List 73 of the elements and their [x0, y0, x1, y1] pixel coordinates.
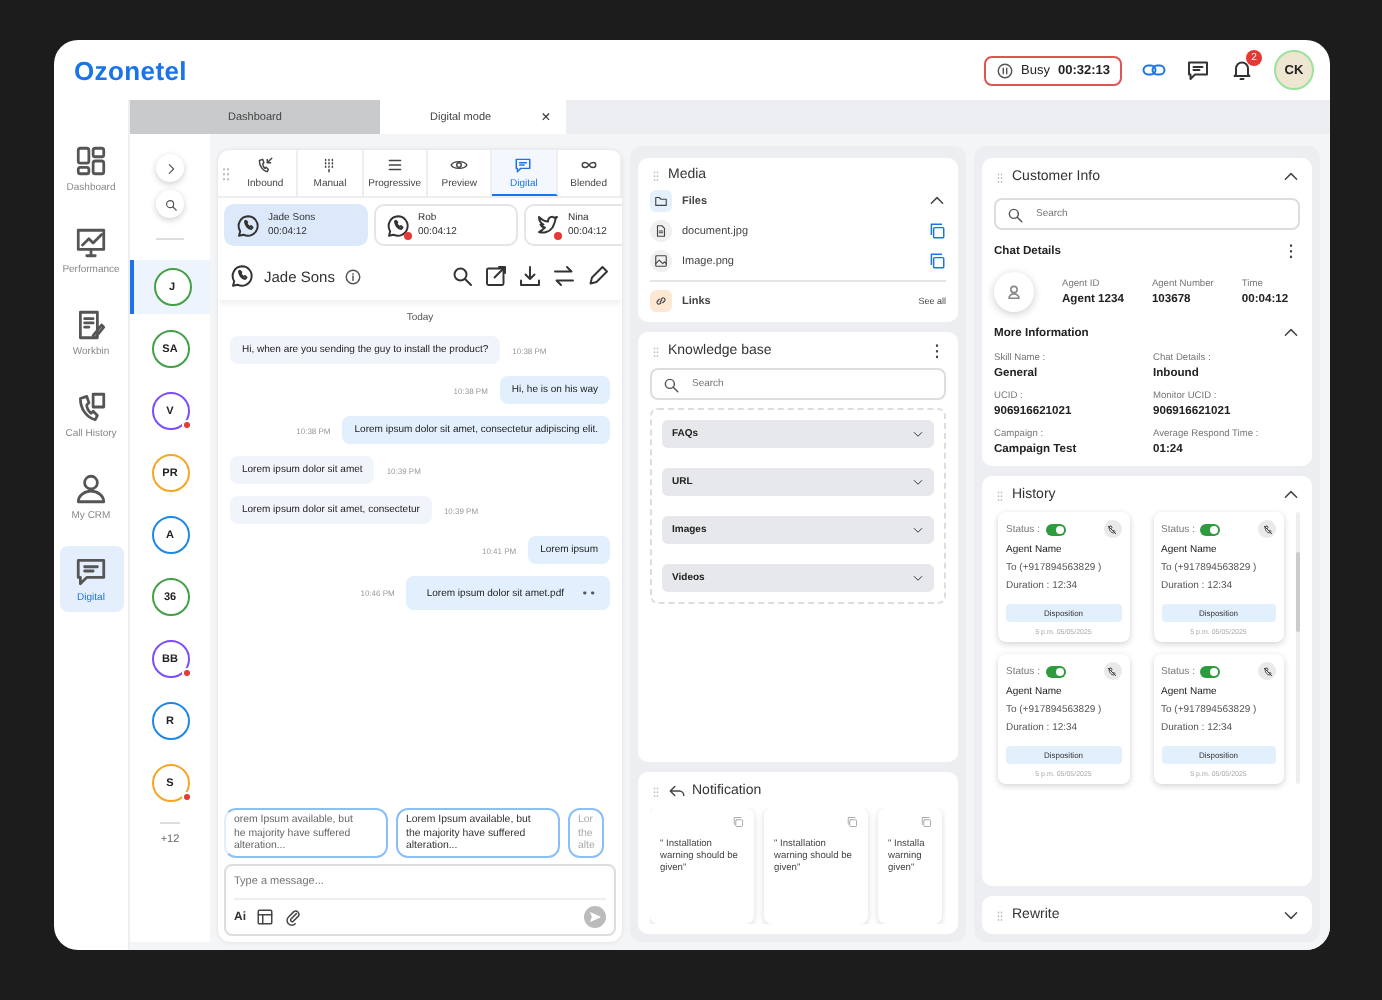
list-icon — [385, 156, 404, 174]
phone-arrow-icon — [256, 156, 275, 174]
copy-icon — [846, 816, 858, 828]
drag-handle-icon — [650, 785, 662, 797]
drag-handle-icon — [650, 169, 662, 181]
chevron-up-icon[interactable] — [1282, 324, 1300, 342]
search-button[interactable] — [156, 190, 184, 218]
chevron-right-icon — [163, 161, 177, 175]
copy-icon — [920, 816, 932, 828]
external-link-icon[interactable] — [484, 264, 508, 288]
call-button[interactable] — [1103, 520, 1121, 538]
paperclip-icon[interactable] — [284, 908, 302, 926]
link-icon — [654, 294, 668, 308]
folder-icon — [654, 194, 668, 208]
drag-handle-icon — [994, 489, 1006, 501]
copy-icon — [732, 816, 744, 828]
table-icon[interactable] — [256, 908, 274, 926]
download-icon[interactable] — [518, 264, 542, 288]
bird-icon — [536, 213, 560, 237]
copy-icon[interactable] — [928, 252, 946, 270]
call-button[interactable] — [1103, 662, 1121, 680]
phone-slash-icon — [1261, 523, 1273, 535]
drag-handle-icon — [994, 171, 1006, 183]
info-icon — [344, 267, 363, 285]
chat-bubble-icon — [514, 155, 533, 173]
document-edit-icon — [74, 308, 108, 342]
chevron-down-icon[interactable] — [1282, 906, 1300, 924]
user-icon — [1004, 282, 1024, 302]
chevron-down-icon — [912, 572, 924, 584]
phone-slash-icon — [1106, 523, 1118, 535]
reply-arrow-icon[interactable] — [668, 782, 686, 800]
grid-icon — [74, 144, 108, 178]
drag-handle-icon — [994, 909, 1006, 921]
phone-slash-icon — [1106, 665, 1118, 677]
keypad-icon — [320, 156, 339, 174]
chevron-down-icon — [912, 428, 924, 440]
image-icon — [654, 254, 668, 268]
search-icon[interactable] — [450, 264, 474, 288]
call-button[interactable] — [1258, 662, 1276, 680]
close-icon[interactable]: × — [541, 108, 551, 126]
drag-handle-icon — [650, 345, 662, 357]
status-toggle[interactable] — [1045, 665, 1066, 677]
search-icon — [163, 197, 177, 211]
logo-text: Ozonetel — [74, 55, 187, 85]
phone-chat-icon — [236, 213, 260, 237]
person-icon — [74, 472, 108, 506]
chat-bubble-icon — [74, 554, 108, 588]
call-button[interactable] — [1258, 520, 1276, 538]
phone-document-icon — [74, 390, 108, 424]
send-icon — [588, 910, 602, 924]
eye-icon — [450, 156, 469, 174]
pause-icon — [995, 61, 1014, 79]
chevron-up-icon[interactable] — [1282, 486, 1300, 504]
chevron-down-icon — [912, 476, 924, 488]
file-icon — [654, 224, 668, 238]
chevron-down-icon — [912, 524, 924, 536]
status-toggle[interactable] — [1200, 665, 1221, 677]
copy-icon[interactable] — [928, 222, 946, 240]
infinity-icon — [579, 156, 598, 174]
chevron-up-icon[interactable] — [1282, 168, 1300, 186]
chat-bubble-icon[interactable] — [1186, 58, 1210, 82]
bell-icon[interactable] — [1230, 58, 1254, 82]
chevron-up-icon[interactable] — [928, 192, 946, 210]
drag-handle-icon — [218, 165, 234, 181]
phone-slash-icon — [1261, 665, 1273, 677]
status-toggle[interactable] — [1200, 523, 1221, 535]
expand-button[interactable] — [156, 154, 184, 182]
status-toggle[interactable] — [1045, 523, 1066, 535]
pencil-icon[interactable] — [586, 264, 610, 288]
chart-board-icon — [74, 226, 108, 260]
swap-arrows-icon[interactable] — [552, 264, 576, 288]
phone-chat-icon — [230, 264, 254, 288]
phone-chat-icon — [386, 213, 410, 237]
